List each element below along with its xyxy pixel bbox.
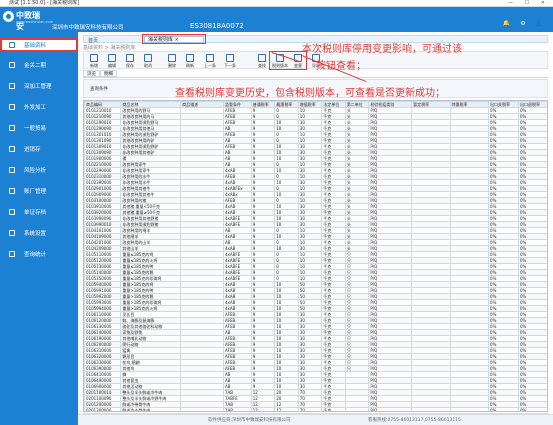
button-label: 删除 [168,63,176,68]
button-label: 新增 [90,63,98,68]
button-label: 上一条 [204,63,216,68]
table-cell [344,407,370,411]
sidebar-item-label: 进销存 [24,147,41,153]
account-code: ES30818A0072 [190,22,244,30]
search-icon [9,251,15,257]
arrow-up-icon [206,54,214,62]
pencil-icon [108,54,116,62]
window-controls[interactable]: — ☐ ✕ [508,0,550,7]
table-cell: 鲜或冷去骨牛肉 [120,407,182,411]
delete-button[interactable]: 删除 [164,53,180,69]
tab-home[interactable]: 首页 [88,37,98,44]
table-cell: 0201300000 [84,407,122,411]
sidebar-item-label: 金关二期 [24,63,47,69]
sidebar: 基础资料 金关二期 深加工管理 外发加工 一般贸易 进销存 风险分析 账厂管理 … [0,32,78,425]
table-body: 0101210010 改良种用的野马 AFEB 9 0 10 千克头 P/Q 0% 0% 01012… [84,107,547,411]
prev-button[interactable]: 上一条 [202,53,218,69]
filter-label: 查询条件 [90,87,108,92]
header-icons[interactable]: 🔔 ⚙ 👤 [503,20,547,27]
undo-icon [144,54,152,62]
refresh-icon [186,54,194,62]
sidebar-item-settings[interactable]: 系统设置 [0,226,78,240]
sidebar-item-label: 基础资料 [24,43,47,49]
trash-icon [168,54,176,62]
send-icon [9,104,15,110]
table-cell: 0% [517,407,547,411]
gear-icon [9,230,15,236]
sidebar-item-processing[interactable]: 深加工管理 [0,79,78,93]
button-label: 下一条 [224,63,236,68]
table-cell: 7AB [222,407,252,411]
table-cell: P/Q [368,407,413,411]
sidebar-item-label: 风险分析 [24,168,47,174]
edit-button[interactable]: 编辑 [104,53,120,69]
window-title: 测试 [1.1.50.0] - [海关税则库] [9,0,80,6]
trade-icon [9,125,15,131]
sidebar-item-label: 深加工管理 [24,84,52,90]
box-icon [9,146,15,152]
sidebar-item-label: 账厂管理 [24,189,47,195]
sidebar-item-trade[interactable]: 一般贸易 [0,121,78,135]
window-titlebar: 测试 [1.1.50.0] - [海关税则库] — ☐ ✕ [0,0,553,7]
sidebar-item-label: 查询统计 [24,252,47,258]
table-cell: 12 [250,407,276,411]
highlight-tab [142,34,206,44]
table-cell [411,407,451,411]
sidebar-item-label: 一般贸易 [24,126,47,132]
sidebar-item-jinguan[interactable]: 金关二期 [0,58,78,72]
app-header: 深圳市中致瑞安科技有限公司 ES30818A0072 🔔 ⚙ 👤 [0,7,553,32]
table-cell [180,407,224,411]
archive-icon [9,209,15,215]
sidebar-item-outsource[interactable]: 外发加工 [0,100,78,114]
chart-icon [9,167,15,173]
button-label: 取消 [144,63,152,68]
logo-url: www.zhizhiruian.com [16,20,54,24]
footer: 软件供应商:深圳市中致瑞安科技有限公司 客服热线:0755-86013117,0… [78,414,553,425]
ledger-icon [9,188,15,194]
sidebar-item-query[interactable]: 查询统计 [0,247,78,261]
table-cell: 千克 [321,407,346,411]
logo-icon [3,11,14,22]
sidebar-item-inventory[interactable]: 进销存 [0,142,78,156]
new-button[interactable]: 新增 [86,53,102,69]
sidebar-item-risk[interactable]: 风险分析 [0,163,78,177]
breadcrumb: 基础资料 > 海关税则库 [83,45,136,51]
table-cell: 12 [274,407,299,411]
button-label: 查找 [258,63,266,68]
table-cell: 0% [488,407,519,411]
sidebar-item-label: 外发加工 [24,105,47,111]
subtab-detail[interactable]: 明细 [100,70,117,77]
sidebar-item-basic[interactable]: 基础资料 [0,38,78,52]
tariff-table: 商品编码 商品名称 商品描述 监管条件 普通税率 最惠税率 增值税率 法定单位 第二单位 检验检疫… [83,100,548,412]
table-row[interactable]: 0201300000 鲜或冷去骨牛肉 7AB 12 12 70 千克 P/Q 0% 0% [84,407,547,411]
cancel-button[interactable]: 取消 [140,53,156,69]
save-button[interactable]: 保存 [122,53,138,69]
factory-icon [9,83,15,89]
table-cell: 70 [297,407,323,411]
sidebar-item-label: 系统设置 [24,231,47,237]
sidebar-item-label: 单证存档 [24,210,47,216]
sidebar-item-ledger[interactable]: 账厂管理 [0,184,78,198]
plus-icon [90,54,98,62]
footer-support: 软件供应商:深圳市中致瑞安科技有限公司 [208,418,291,423]
annotation-text-1a: 本次税则库停用变更影响，可通过该 [302,44,462,55]
magnifier-icon [258,54,266,62]
next-button[interactable]: 下一条 [222,53,238,69]
button-label: 编辑 [108,63,116,68]
globe-icon [9,62,15,68]
find-button[interactable]: 查找 [254,53,270,69]
app-logo: 中致瑞安 www.zhizhiruian.com [2,8,53,32]
company-name: 深圳市中致瑞安科技有限公司 [52,25,124,31]
annotation-text-2: 查看税则库变更历史，包含税则版本，可查看是否更新成功； [175,88,445,99]
refresh-button[interactable]: 刷新 [182,53,198,69]
sidebar-item-archive[interactable]: 单证存档 [0,205,78,219]
grid-icon [9,42,15,48]
save-icon [126,54,134,62]
subtab-browse[interactable]: 浏览 [83,70,100,77]
footer-hotline: 客服热线:0755-86013117,0755-86013115 [368,418,461,423]
button-label: 保存 [126,63,134,68]
table-cell [449,407,490,411]
arrow-down-icon [226,54,234,62]
button-label: 刷新 [186,63,194,68]
